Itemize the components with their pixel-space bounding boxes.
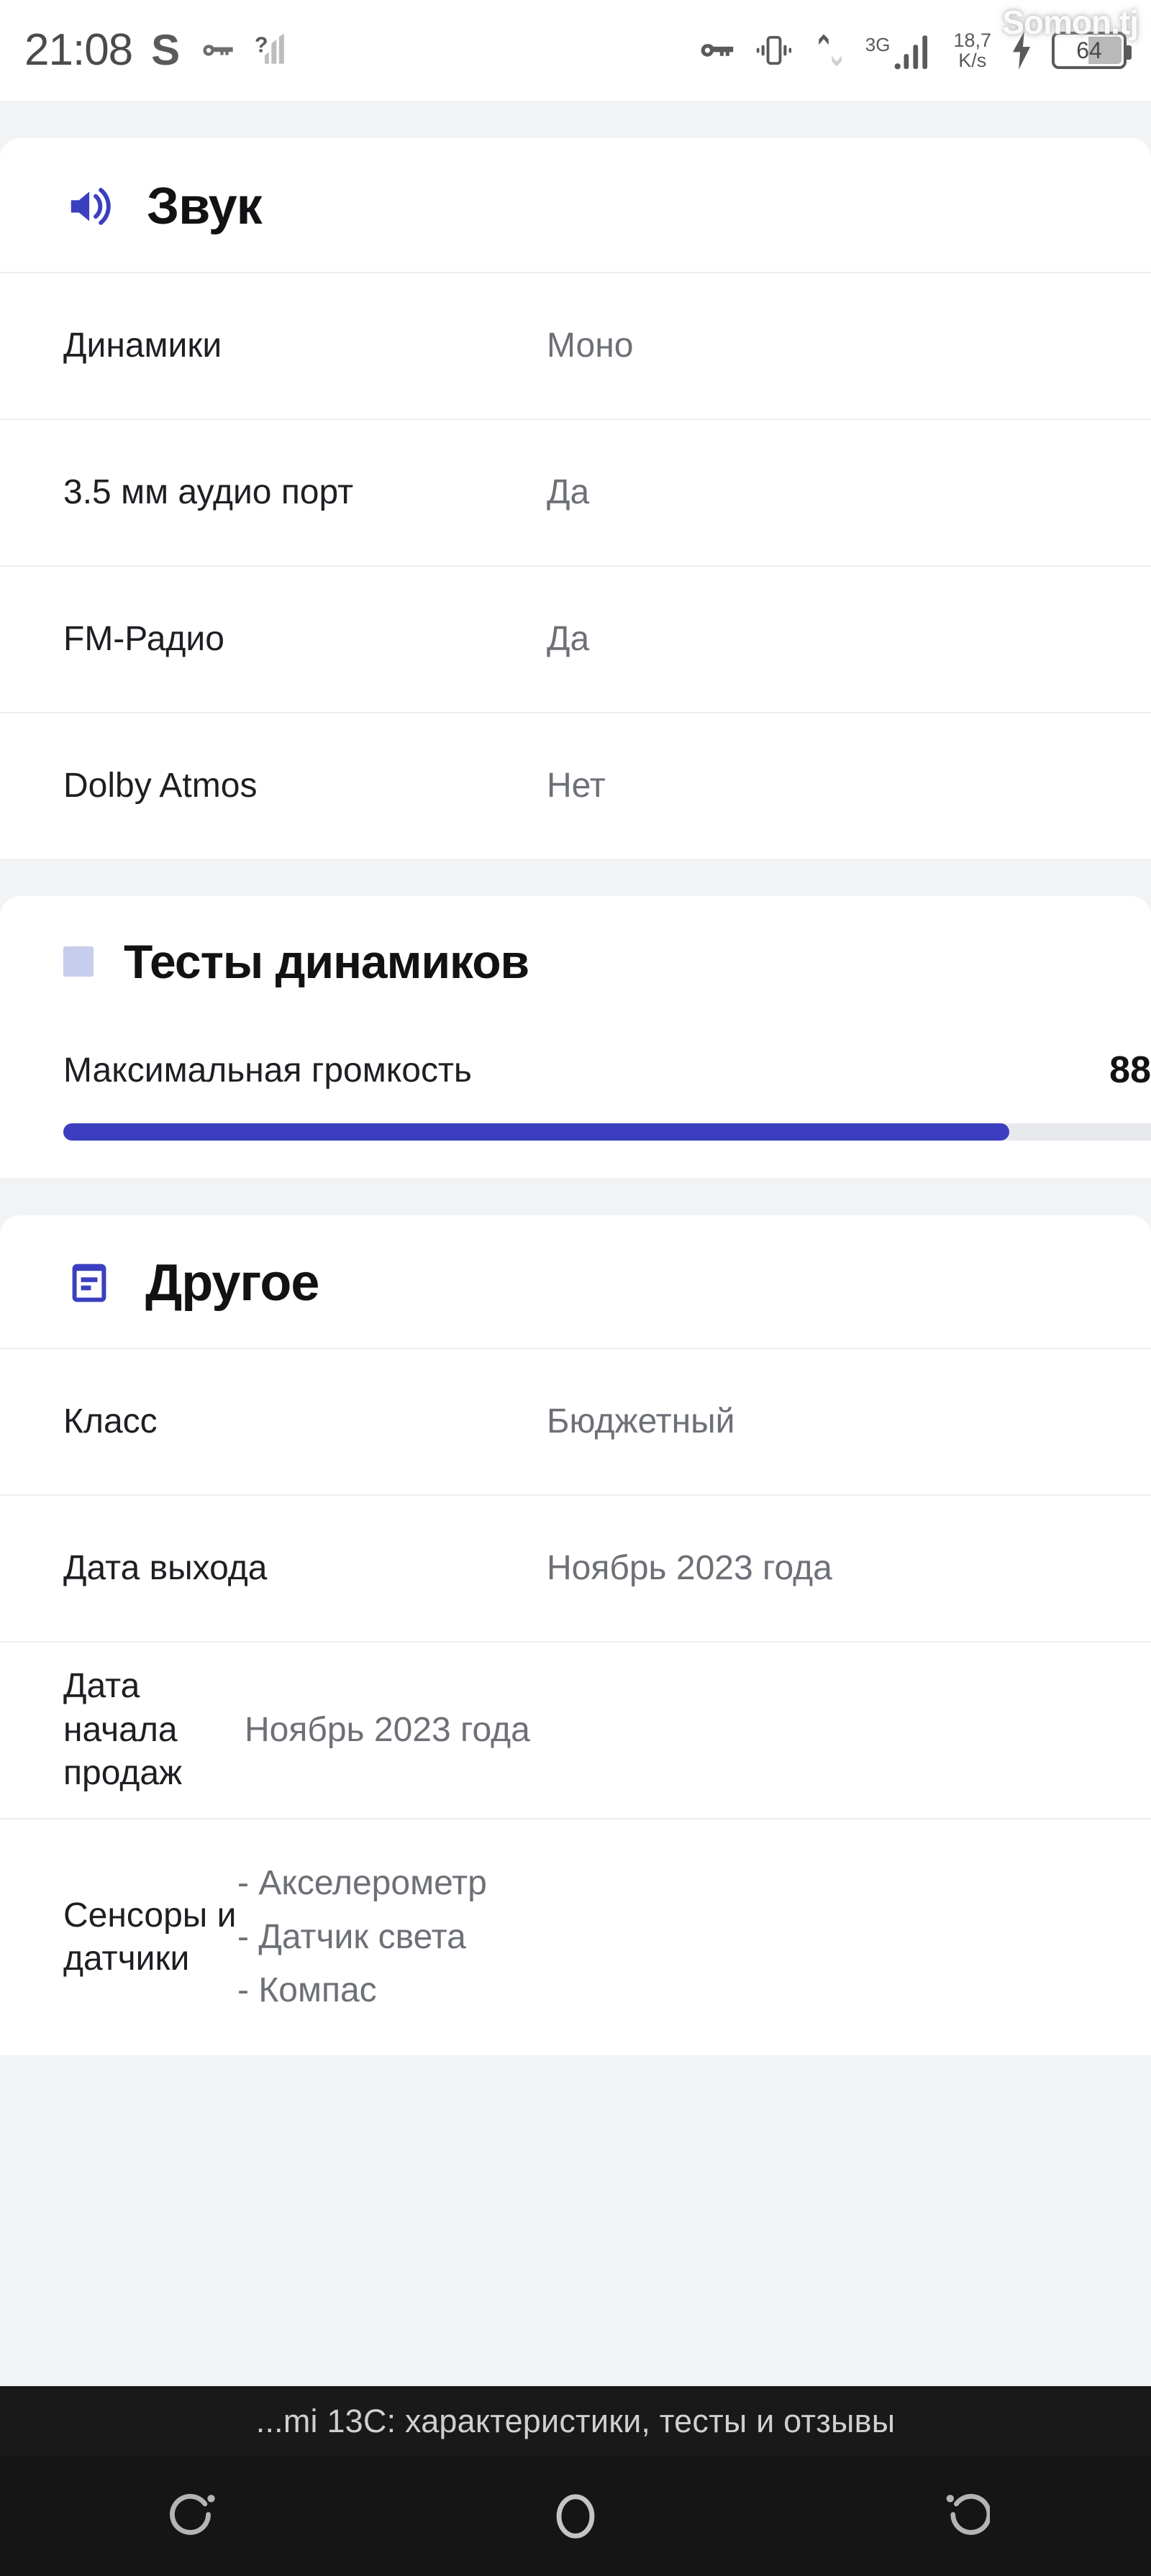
spec-row: Дата выхода Ноябрь 2023 года (0, 1494, 1151, 1641)
spec-key: Дата выхода (63, 1548, 268, 1587)
spec-value: Да (547, 472, 590, 511)
section-title-speaker-tests: Тесты динамиков (124, 935, 529, 988)
spec-row: FM-Радио Да (0, 565, 1151, 712)
back-button[interactable] (887, 2470, 1031, 2563)
spec-key: Dolby Atmos (63, 766, 258, 805)
spec-key: Класс (63, 1402, 158, 1440)
spec-value: Бюджетный (547, 1402, 735, 1440)
section-header-other: Другое (0, 1215, 1151, 1348)
document-list-icon (63, 1257, 115, 1309)
home-button[interactable] (504, 2470, 647, 2563)
data-transfer-icon (811, 29, 850, 71)
battery-level-label: 64 (1076, 37, 1102, 63)
page-content: Звук Динамики Моно 3.5 мм аудио порт Да … (0, 101, 1151, 2470)
spec-value: Нет (547, 766, 606, 805)
network-speed-unit: K/s (958, 50, 987, 71)
section-card-sound: Звук Динамики Моно 3.5 мм аудио порт Да … (0, 138, 1151, 859)
section-title-other: Другое (145, 1254, 319, 1312)
status-bar-left: 21:08 S ? (24, 28, 295, 73)
spec-key: 3.5 мм аудио порт (63, 472, 354, 511)
status-bar: 21:08 S ? 3G 18,7 K/s 64 Somon.tj (0, 0, 1151, 101)
vibrate-icon (753, 29, 795, 71)
cellular-signal-icon: 3G (865, 28, 938, 73)
test-label: Максимальная громкость (63, 1051, 472, 1090)
spec-row: Сенсоры и датчики - Акселерометр - Датчи… (0, 1818, 1151, 2055)
spec-row: Дата начала продаж Ноябрь 2023 года (0, 1641, 1151, 1818)
spec-row: Dolby Atmos Нет (0, 712, 1151, 859)
spec-key: FM-Радио (63, 619, 224, 658)
charging-bolt-icon (1007, 29, 1036, 71)
spec-row: Динамики Моно (0, 272, 1151, 419)
section-card-other: Другое Класс Бюджетный Дата выхода Ноябр… (0, 1215, 1151, 2055)
status-bar-right: 3G 18,7 K/s 64 (696, 28, 1132, 73)
test-row-header: Максимальная громкость 88 (0, 1024, 1151, 1123)
spec-value-text: Ноябрь 2023 года (245, 1710, 530, 1749)
spec-value: Да (547, 619, 590, 658)
spec-value: Ноябрь 2023 года (547, 1548, 832, 1587)
vpn-key-icon (696, 29, 737, 71)
spec-key: Дата начала продаж (63, 1667, 183, 1793)
status-clock: 21:08 (24, 25, 133, 75)
battery-indicator: 64 (1052, 32, 1132, 69)
back-icon (928, 2485, 992, 2547)
svg-text:?: ? (255, 33, 268, 57)
browser-page-title-bar: ...mi 13C: характеристики, тесты и отзыв… (0, 2386, 1151, 2457)
section-card-speaker-tests: Тесты динамиков Максимальная громкость 8… (0, 896, 1151, 1178)
recents-icon (161, 2485, 223, 2547)
spec-key: Динамики (63, 326, 222, 365)
signal-weak-unknown-icon: ? (255, 30, 295, 70)
spec-key: Сенсоры и датчики (63, 1896, 237, 1978)
test-max-volume: Максимальная громкость 88 (0, 1024, 1151, 1178)
carrier-letter: S (151, 26, 181, 74)
spec-value: Моно (547, 326, 634, 365)
test-progress-fill (63, 1123, 1009, 1141)
vpn-key-icon (199, 32, 236, 69)
section-header-sound: Звук (0, 138, 1151, 272)
home-icon (545, 2485, 606, 2547)
section-header-speaker-tests: Тесты динамиков (0, 896, 1151, 1024)
test-progress-track (63, 1123, 1151, 1141)
spec-row: 3.5 мм аудио порт Да (0, 419, 1151, 565)
recents-button[interactable] (120, 2470, 264, 2563)
android-navigation-bar (0, 2457, 1151, 2576)
spec-row: Класс Бюджетный (0, 1348, 1151, 1494)
speaker-volume-icon (63, 180, 117, 233)
network-type-label: 3G (865, 34, 891, 55)
section-title-sound: Звук (147, 178, 263, 235)
page-title: ...mi 13C: характеристики, тесты и отзыв… (255, 2403, 896, 2439)
test-value: 88 (1109, 1049, 1151, 1091)
spec-value: - Акселерометр - Датчик света - Компас (237, 1864, 487, 2010)
square-bullet-icon (63, 946, 94, 977)
network-speed: 18,7 K/s (953, 29, 991, 71)
network-speed-value: 18,7 (953, 29, 991, 51)
spec-value: Ноябрь 2023 года (245, 1709, 559, 1752)
